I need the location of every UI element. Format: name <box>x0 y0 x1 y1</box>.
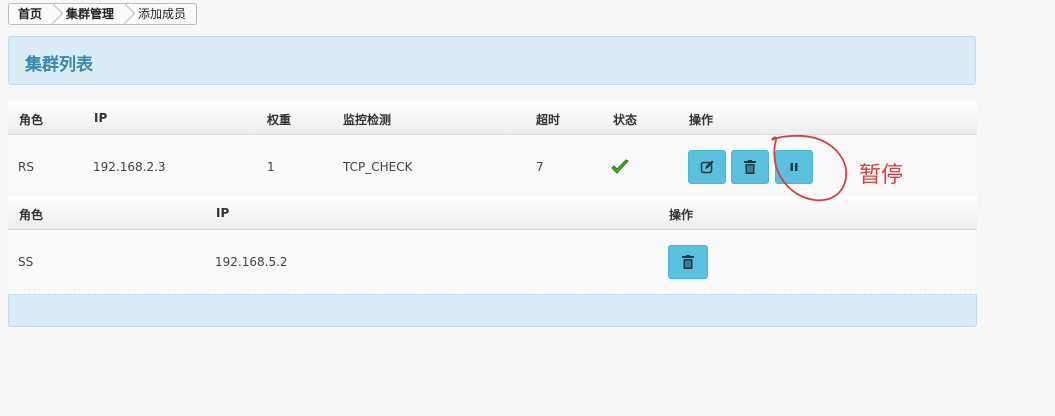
page: 首页 集群管理 添加成员 集群列表 角色 IP 权重 监控检测 超时 状态 操作… <box>0 0 1055 416</box>
ss-ip: 192.168.5.2 <box>215 255 288 269</box>
col-check: 监控检测 <box>343 113 392 127</box>
breadcrumb: 首页 集群管理 添加成员 <box>8 3 198 25</box>
trash-icon <box>744 160 756 174</box>
breadcrumb-add-member: 添加成员 <box>124 3 198 25</box>
panel-footer <box>8 294 977 327</box>
rs-weight: 1 <box>267 160 275 174</box>
rs-check: TCP_CHECK <box>343 160 413 174</box>
breadcrumb-cluster-management[interactable]: 集群管理 <box>52 3 125 25</box>
rs-timeout: 7 <box>536 160 544 174</box>
check-icon <box>611 159 629 178</box>
annotation-label: 暂停 <box>859 163 904 188</box>
trash-icon <box>682 255 694 269</box>
edit-button[interactable] <box>688 150 726 184</box>
rs-table-header: 角色 IP 权重 监控检测 超时 状态 操作 <box>8 101 977 135</box>
ss-role: SS <box>18 255 34 269</box>
breadcrumb-home[interactable]: 首页 <box>8 3 53 25</box>
annotation-circle <box>771 134 847 202</box>
col-role: 角色 <box>19 113 44 127</box>
ss-table-row: SS 192.168.5.2 <box>8 230 977 294</box>
col-timeout: 超时 <box>536 113 561 127</box>
edit-icon <box>700 160 714 174</box>
ss-delete-button[interactable] <box>668 245 708 279</box>
col-actions: 操作 <box>689 113 714 127</box>
col-ip: IP <box>94 111 108 125</box>
col-status: 状态 <box>613 113 638 127</box>
col-weight: 权重 <box>267 113 292 127</box>
panel-title: 集群列表 <box>25 55 93 75</box>
ss-col-role: 角色 <box>19 208 44 222</box>
panel-header: 集群列表 <box>8 36 976 85</box>
rs-ip: 192.168.2.3 <box>93 160 166 174</box>
ss-col-actions: 操作 <box>669 208 694 222</box>
rs-role: RS <box>18 160 34 174</box>
ss-col-ip: IP <box>216 206 230 220</box>
